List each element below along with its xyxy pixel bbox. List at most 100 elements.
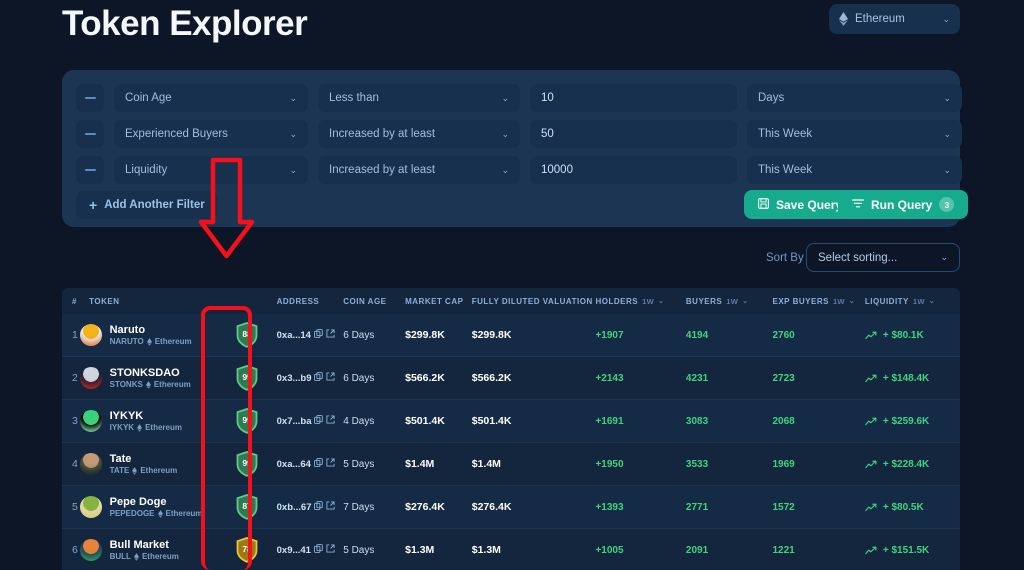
column-header-coin-age: COIN AGE	[343, 296, 387, 306]
remove-filter-button[interactable]	[76, 84, 104, 112]
row-holders: +1005	[595, 544, 624, 556]
row-rank: 2	[72, 372, 78, 384]
run-query-button[interactable]: Run Query 3	[838, 190, 969, 219]
row-address-text: 0x9...41	[276, 544, 311, 556]
avatar	[79, 323, 102, 346]
chevron-down-icon: ⌄	[928, 298, 936, 305]
filter-operator-select[interactable]: Increased by at least ⌄	[318, 120, 520, 148]
row-fdv: $299.8K	[471, 329, 512, 341]
row-token[interactable]: Pepe Doge PEPEDOGE Ethereum	[79, 495, 218, 519]
column-header-holders-label: HOLDERS	[595, 296, 639, 306]
row-token[interactable]: Naruto NARUTO Ethereum	[79, 323, 218, 347]
table-row[interactable]: 5 Pepe Doge PEPEDOGE Ethereum 87 0xb...6…	[62, 486, 960, 529]
table-row[interactable]: 2 STONKSDAO STONKS Ethereum 99 0x3...b9 …	[62, 357, 960, 400]
save-query-label: Save Query	[776, 197, 843, 212]
row-token[interactable]: Bull Market BULL Ethereum	[79, 539, 218, 562]
filter-row: Coin Age ⌄ Less than ⌄ 10 Days ⌄	[76, 84, 962, 112]
table-row[interactable]: 1 Naruto NARUTO Ethereum 88 0xa...14 6 D…	[62, 314, 960, 357]
copy-icon[interactable]	[314, 329, 323, 341]
chevron-down-icon: ⌄	[657, 298, 665, 305]
column-header-market-cap: MARKET CAP	[405, 296, 464, 306]
save-disk-icon	[758, 197, 769, 212]
column-period-label: 1W	[642, 296, 654, 306]
external-link-icon[interactable]	[326, 415, 336, 427]
sort-by-select[interactable]: Select sorting... ⌄	[806, 243, 960, 272]
copy-icon[interactable]	[314, 458, 323, 470]
chain-selector[interactable]: Ethereum ⌄	[829, 4, 960, 34]
row-token[interactable]: Tate TATE Ethereum	[79, 452, 218, 476]
row-market-cap: $1.4M	[405, 458, 435, 470]
filter-value-input[interactable]: 10	[530, 84, 737, 112]
filter-period-select[interactable]: This Week ⌄	[747, 120, 962, 148]
remove-filter-button[interactable]	[76, 156, 104, 184]
trend-up-icon	[865, 546, 877, 554]
add-another-filter-button[interactable]: + Add Another Filter	[76, 191, 218, 219]
filter-field-select[interactable]: Liquidity ⌄	[114, 156, 308, 184]
filter-value-input[interactable]: 50	[530, 120, 737, 148]
trend-up-icon	[865, 460, 877, 468]
row-exp-buyers: 2068	[772, 415, 795, 427]
row-rank: 5	[72, 501, 78, 513]
table-row[interactable]: 6 Bull Market BULL Ethereum 78 0x9...41 …	[62, 529, 960, 570]
row-market-cap: $1.3M	[405, 544, 435, 556]
row-rank: 6	[72, 544, 78, 556]
filter-value-input[interactable]: 10000	[530, 156, 737, 184]
row-address[interactable]: 0xa...64	[277, 458, 344, 470]
column-header-rank: #	[72, 296, 77, 306]
chevron-down-icon: ⌄	[501, 128, 509, 139]
row-token-symbol: NARUTO	[109, 337, 144, 347]
column-header-holders[interactable]: HOLDERS 1W ⌄	[595, 297, 685, 306]
filter-field-select[interactable]: Experienced Buyers ⌄	[114, 120, 308, 148]
row-holders: +2143	[595, 372, 624, 384]
external-link-icon[interactable]	[326, 458, 335, 470]
row-address[interactable]: 0x9...41	[277, 544, 344, 556]
row-token-text: Bull Market BULL Ethereum	[110, 539, 179, 562]
remove-filter-button[interactable]	[76, 120, 104, 148]
row-market-cap: $299.8K	[405, 329, 445, 341]
chevron-down-icon: ⌄	[289, 92, 297, 103]
filter-period-select[interactable]: Days ⌄	[747, 84, 962, 112]
column-period-label: 1W	[832, 296, 845, 306]
token-table: # TOKEN ADDRESS COIN AGE MARKET CAP FULL…	[62, 288, 960, 570]
row-address[interactable]: 0x7...ba	[277, 415, 344, 427]
column-header-liquidity[interactable]: LIQUIDITY 1W ⌄	[865, 297, 960, 306]
column-header-buyers[interactable]: BUYERS 1W ⌄	[686, 297, 773, 306]
row-token-text: Naruto NARUTO Ethereum	[110, 324, 192, 347]
row-token-name: Pepe Doge	[109, 495, 167, 508]
row-liquidity-value: + $259.6K	[882, 415, 930, 427]
external-link-icon[interactable]	[326, 372, 336, 384]
ethereum-icon	[145, 380, 151, 389]
table-row[interactable]: 3 IYKYK IYKYK Ethereum 99 0x7...ba 4 Day…	[62, 400, 960, 443]
avatar	[79, 452, 102, 475]
row-address[interactable]: 0xa...14	[277, 329, 344, 341]
row-token-symbol: STONKS	[109, 380, 143, 390]
filter-funnel-icon	[852, 198, 864, 212]
filter-period-select[interactable]: This Week ⌄	[747, 156, 962, 184]
external-link-icon[interactable]	[326, 329, 335, 341]
column-header-address: ADDRESS	[276, 296, 320, 306]
column-header-liquidity-label: LIQUIDITY	[864, 296, 909, 306]
row-liquidity: + $80.1K	[865, 330, 960, 341]
external-link-icon[interactable]	[326, 501, 336, 513]
chevron-down-icon: ⌄	[289, 164, 297, 175]
copy-icon[interactable]	[314, 501, 324, 513]
row-token-text: IYKYK IYKYK Ethereum	[110, 410, 182, 433]
minus-icon	[84, 133, 96, 135]
copy-icon[interactable]	[314, 544, 323, 556]
row-token-chain: Ethereum	[141, 552, 179, 562]
column-header-token: TOKEN	[89, 296, 120, 306]
annotation-highlight-box	[201, 306, 252, 570]
external-link-icon[interactable]	[326, 544, 335, 556]
copy-icon[interactable]	[314, 415, 324, 427]
row-holders: +1907	[595, 329, 624, 341]
copy-icon[interactable]	[314, 372, 324, 384]
column-header-exp-buyers[interactable]: EXP BUYERS 1W ⌄	[773, 297, 865, 306]
row-token[interactable]: IYKYK IYKYK Ethereum	[79, 410, 218, 433]
table-row[interactable]: 4 Tate TATE Ethereum 99 0xa...64 5 Days …	[62, 443, 960, 486]
row-token[interactable]: STONKSDAO STONKS Ethereum	[79, 367, 218, 390]
filter-field-select[interactable]: Coin Age ⌄	[114, 84, 308, 112]
row-address[interactable]: 0xb...67	[277, 501, 344, 513]
filter-operator-select[interactable]: Increased by at least ⌄	[318, 156, 520, 184]
row-address[interactable]: 0x3...b9	[277, 372, 344, 384]
filter-operator-select[interactable]: Less than ⌄	[318, 84, 520, 112]
